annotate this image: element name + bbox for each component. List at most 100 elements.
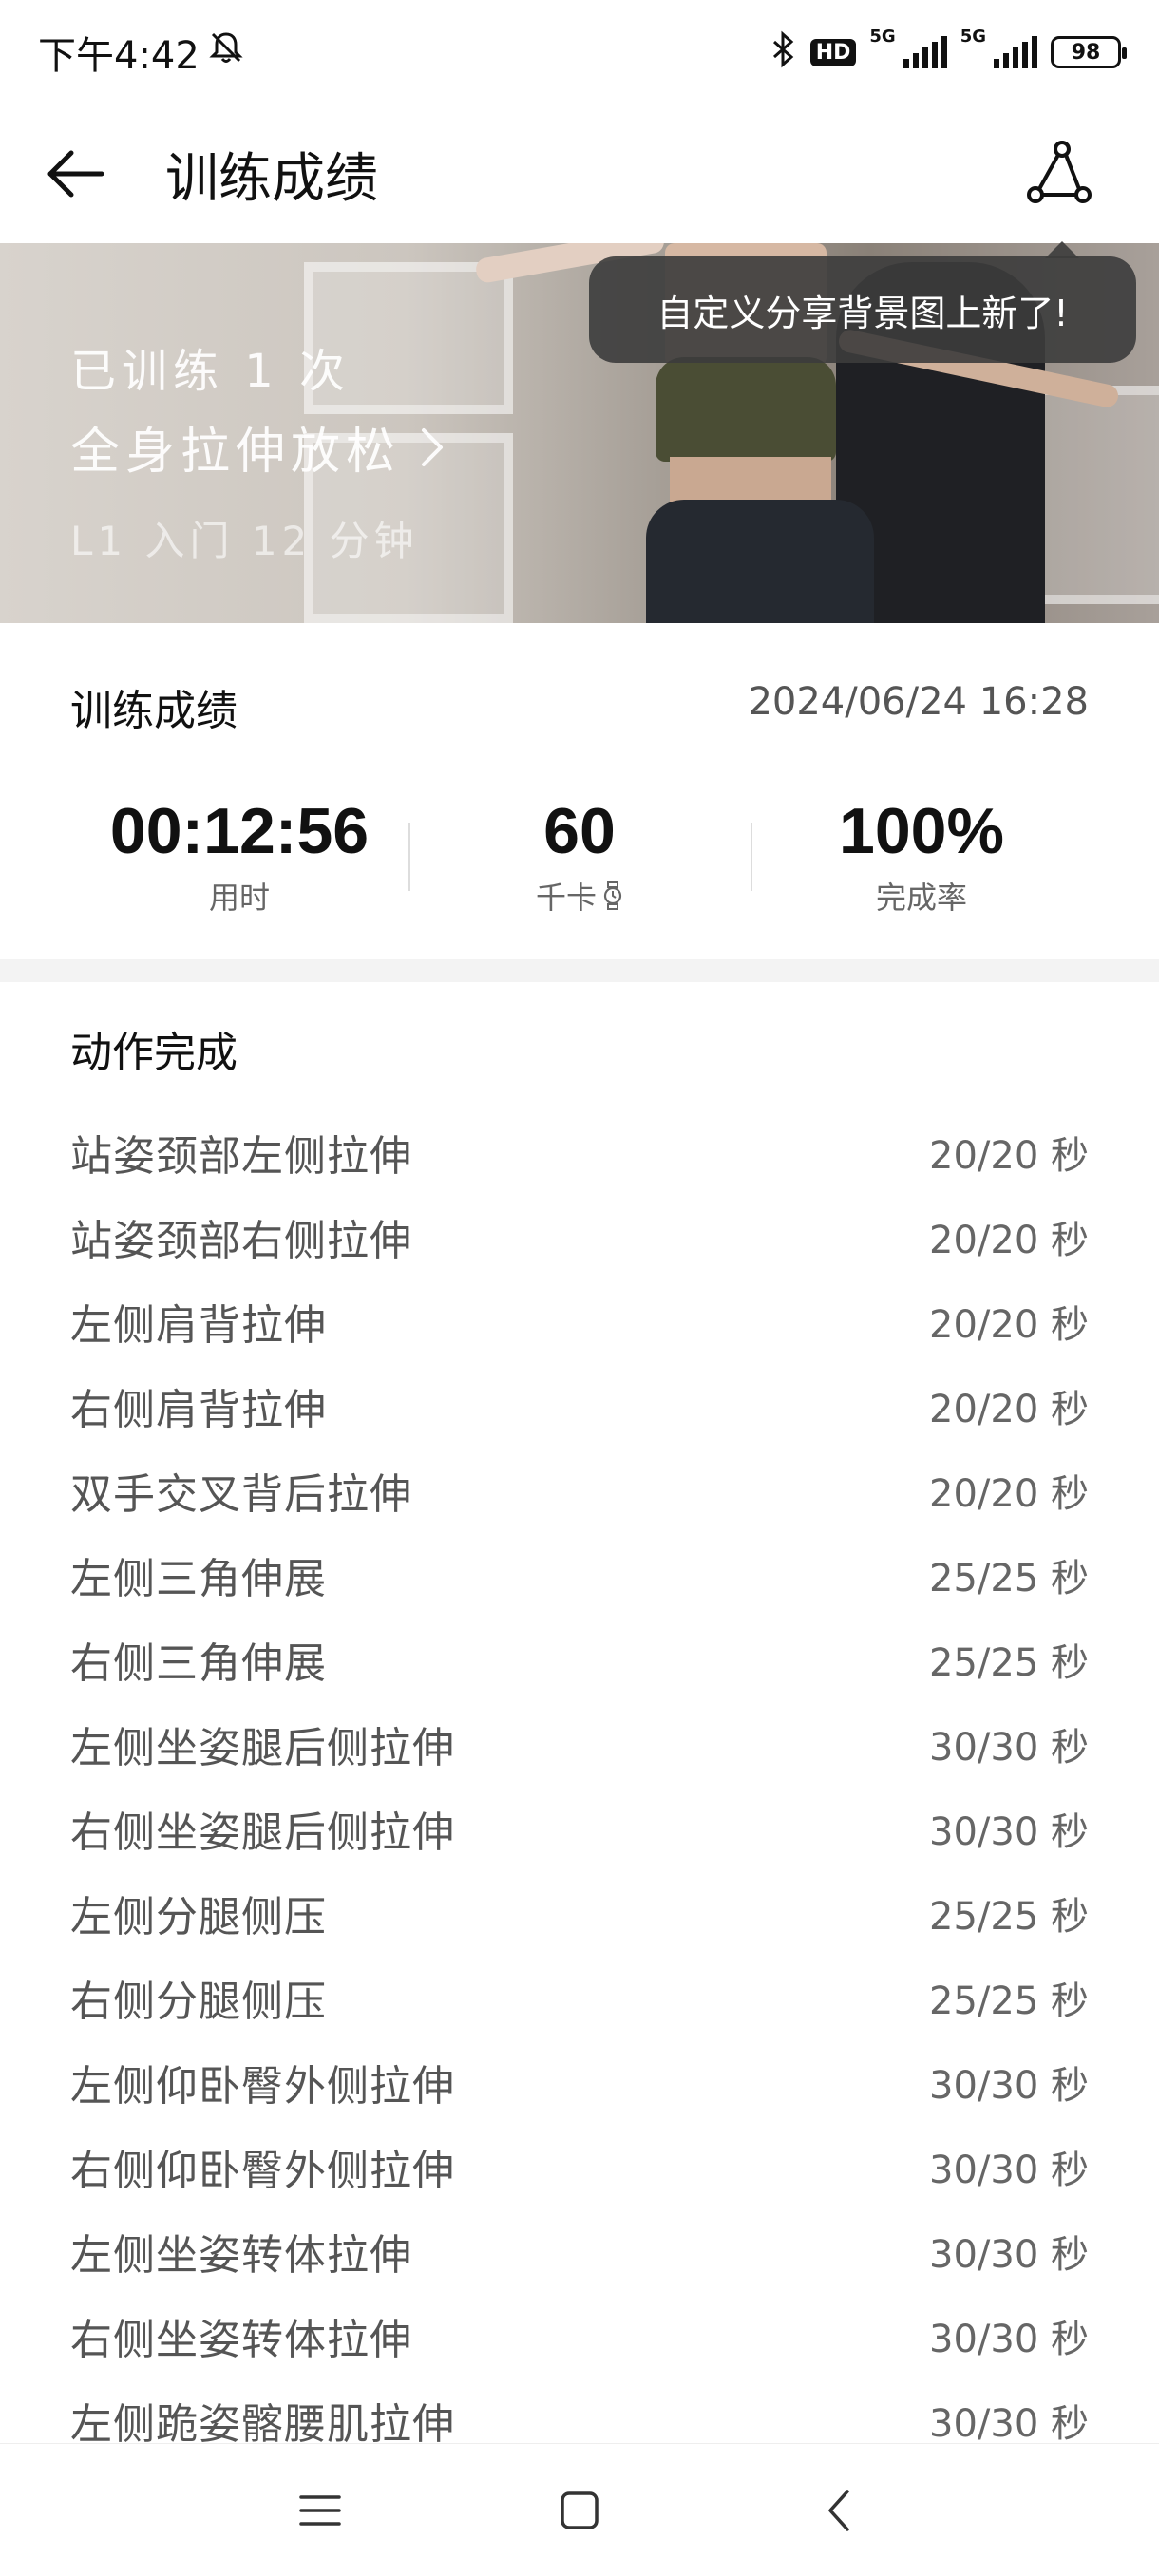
stat-duration: 00:12:56 用时 (68, 794, 410, 918)
list-item: 左侧坐姿腿后侧拉伸 30/30 秒 (70, 1701, 1089, 1786)
network-type-1: 5G (869, 27, 896, 47)
page-title: 训练成绩 (165, 147, 378, 210)
course-name-link[interactable]: 全身拉伸放松 (70, 411, 445, 483)
course-name: 全身拉伸放松 (70, 424, 402, 481)
action-time: 30/30 秒 (929, 2401, 1089, 2446)
action-name: 站姿颈部右侧拉伸 (70, 1216, 412, 1265)
list-item: 左侧分腿侧压 25/25 秒 (70, 1870, 1089, 1955)
duration-label: 用时 (208, 880, 270, 916)
action-name: 左侧坐姿腿后侧拉伸 (70, 1723, 455, 1772)
section-separator (0, 959, 1159, 982)
action-name: 右侧仰卧臀外侧拉伸 (70, 2146, 455, 2195)
action-name: 右侧分腿侧压 (70, 1977, 327, 2026)
action-name: 右侧坐姿腿后侧拉伸 (70, 1808, 455, 1857)
nav-back-button[interactable] (791, 2463, 886, 2558)
banner-photo-top (656, 357, 836, 462)
list-item: 左侧肩背拉伸 20/20 秒 (70, 1279, 1089, 1363)
banner-photo-waist (670, 457, 831, 504)
menu-button[interactable] (273, 2463, 368, 2558)
stats-datetime: 2024/06/24 16:28 (748, 680, 1089, 724)
action-name: 右侧坐姿转体拉伸 (70, 2315, 412, 2364)
action-name: 左侧跪姿髂腰肌拉伸 (70, 2399, 455, 2449)
action-time: 30/30 秒 (929, 2317, 1089, 2361)
signal-icon-2 (994, 36, 1037, 68)
action-name: 双手交叉背后拉伸 (70, 1469, 412, 1519)
list-item: 右侧坐姿腿后侧拉伸 30/30 秒 (70, 1786, 1089, 1870)
list-item: 右侧肩背拉伸 20/20 秒 (70, 1363, 1089, 1448)
network-type-2: 5G (960, 27, 986, 47)
action-time: 30/30 秒 (929, 1809, 1089, 1854)
nav-back-icon (828, 2489, 850, 2531)
list-item: 站姿颈部左侧拉伸 20/20 秒 (70, 1109, 1089, 1194)
action-name: 左侧分腿侧压 (70, 1892, 327, 1941)
list-item: 双手交叉背后拉伸 20/20 秒 (70, 1448, 1089, 1532)
list-item: 右侧坐姿转体拉伸 30/30 秒 (70, 2293, 1089, 2377)
window-decoration (1036, 386, 1159, 604)
action-time: 20/20 秒 (929, 1133, 1089, 1178)
share-button[interactable] (1016, 125, 1102, 220)
actions-title: 动作完成 (70, 1029, 238, 1077)
calories-value: 60 (543, 795, 616, 867)
list-item: 站姿颈部右侧拉伸 20/20 秒 (70, 1194, 1089, 1279)
home-button[interactable] (532, 2463, 627, 2558)
share-icon (1027, 141, 1092, 203)
list-item: 右侧仰卧臀外侧拉伸 30/30 秒 (70, 2124, 1089, 2208)
back-arrow-icon (48, 150, 104, 198)
action-name: 右侧三角伸展 (70, 1638, 327, 1688)
action-time: 30/30 秒 (929, 2148, 1089, 2192)
list-item: 左侧仰卧臀外侧拉伸 30/30 秒 (70, 2039, 1089, 2124)
list-item: 左侧三角伸展 25/25 秒 (70, 1532, 1089, 1617)
battery-level: 98 (1071, 40, 1101, 65)
stat-completion: 100% 完成率 (750, 794, 1092, 918)
watch-icon (603, 881, 622, 910)
status-left: 下午4:42 (38, 25, 245, 80)
stat-calories: 60 千卡 (408, 794, 750, 918)
action-name: 右侧肩背拉伸 (70, 1385, 327, 1434)
action-name: 站姿颈部左侧拉伸 (70, 1131, 412, 1181)
list-item: 右侧三角伸展 25/25 秒 (70, 1617, 1089, 1701)
completion-value: 100% (839, 795, 1004, 867)
completion-label-row: 完成率 (750, 874, 1092, 918)
action-time: 20/20 秒 (929, 1302, 1089, 1347)
list-item: 左侧坐姿转体拉伸 30/30 秒 (70, 2208, 1089, 2293)
action-time: 20/20 秒 (929, 1471, 1089, 1516)
course-meta: L1 入门 12 分钟 (70, 518, 419, 564)
title-bar: 训练成绩 (0, 104, 1159, 243)
action-time: 30/30 秒 (929, 2063, 1089, 2108)
banner-text: 已训练 1 次 全身拉伸放松 L1 入门 12 分钟 (70, 333, 445, 567)
calories-label: 千卡 (535, 880, 597, 916)
share-tooltip[interactable]: 自定义分享背景图上新了! (589, 241, 1136, 363)
mute-icon (207, 28, 245, 76)
status-right: HD 5G 5G 98 (769, 27, 1127, 74)
bluetooth-icon (769, 30, 797, 74)
signal-icon-1 (902, 36, 947, 68)
system-nav-bar (0, 2443, 1159, 2576)
stats-section: 训练成绩 2024/06/24 16:28 00:12:56 用时 60 千卡 (0, 623, 1159, 959)
battery-icon: 98 (1051, 36, 1127, 68)
action-name: 左侧仰卧臀外侧拉伸 (70, 2061, 455, 2111)
list-item: 右侧分腿侧压 25/25 秒 (70, 1955, 1089, 2039)
duration-value: 00:12:56 (109, 795, 370, 867)
status-time: 下午4:42 (38, 34, 200, 78)
actions-list: 站姿颈部左侧拉伸 20/20 秒 站姿颈部右侧拉伸 20/20 秒 左侧肩背拉伸 20… (70, 1109, 1089, 2462)
action-time: 25/25 秒 (929, 1640, 1089, 1685)
stats-title: 训练成绩 (70, 687, 238, 735)
banner-photo-legs (646, 500, 874, 623)
completion-label: 完成率 (875, 880, 967, 916)
back-button[interactable] (34, 132, 118, 216)
menu-icon (298, 2494, 341, 2526)
tooltip-text: 自定义分享背景图上新了! (656, 292, 1069, 334)
duration-label-row: 用时 (68, 874, 410, 918)
trained-count: 已训练 1 次 (70, 345, 352, 398)
action-name: 左侧三角伸展 (70, 1554, 327, 1603)
action-name: 左侧肩背拉伸 (70, 1300, 327, 1350)
page: 下午4:42 HD 5G 5G 98 训练成绩 已训练 1 次 全身拉伸放松 L… (0, 0, 1159, 2576)
action-time: 30/30 秒 (929, 2232, 1089, 2277)
action-time: 30/30 秒 (929, 1725, 1089, 1770)
action-time: 25/25 秒 (929, 1556, 1089, 1601)
action-time: 25/25 秒 (929, 1894, 1089, 1939)
actions-section: 动作完成 站姿颈部左侧拉伸 20/20 秒 站姿颈部右侧拉伸 20/20 秒 左侧肩… (0, 982, 1159, 2449)
action-time: 20/20 秒 (929, 1218, 1089, 1262)
home-icon (560, 2491, 598, 2529)
action-time: 20/20 秒 (929, 1387, 1089, 1431)
